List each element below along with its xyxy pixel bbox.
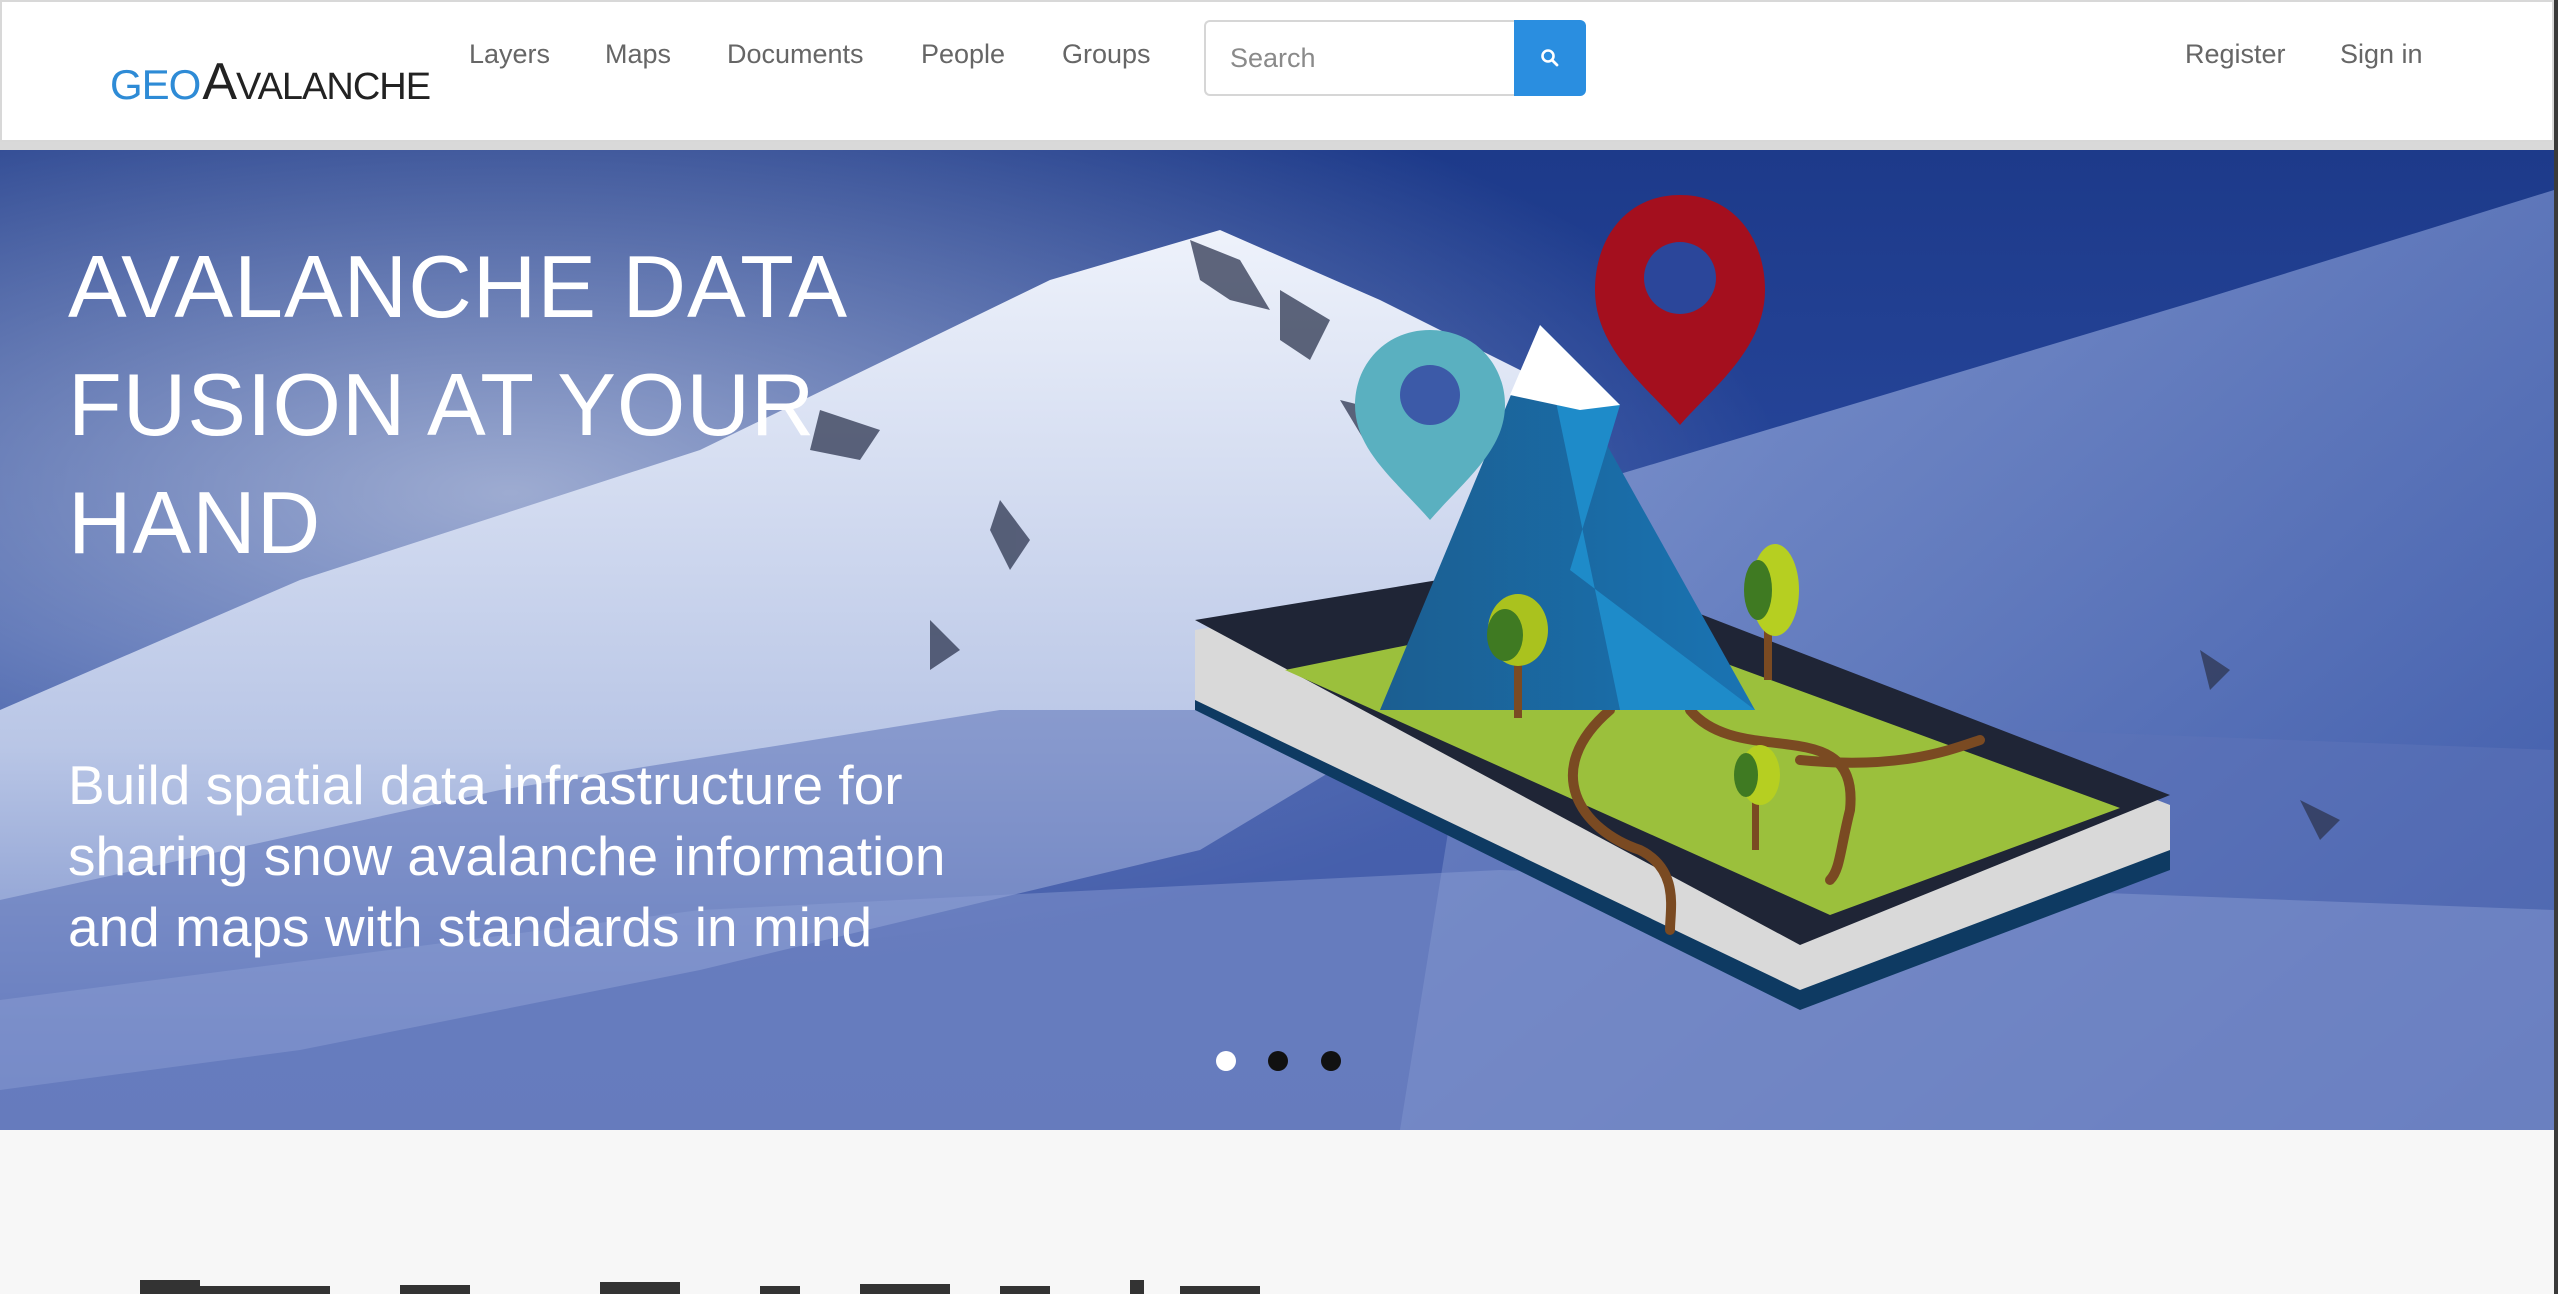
hero-subtitle: Build spatial data infrastructure for sh… [68,754,946,958]
search-icon [1541,49,1559,67]
signin-link[interactable]: Sign in [2340,34,2423,74]
logo-a-text: A [202,53,237,111]
carousel-indicator-1[interactable] [1216,1051,1236,1071]
search-button[interactable] [1514,20,1586,96]
hero-carousel: AVALANCHE DATA FUSION AT YOUR HAND Build… [0,150,2554,1130]
navbar-divider [0,142,2554,150]
nav-people[interactable]: People [921,34,1005,74]
site-logo[interactable]: GEO A VALANCHE [110,46,431,111]
search-input[interactable] [1204,20,1516,96]
nav-layers[interactable]: Layers [469,34,550,74]
partial-heading-glyphs [140,1280,1260,1294]
window-edge [2554,0,2558,1294]
logo-valanche-text: VALANCHE [236,66,431,108]
nav-maps[interactable]: Maps [605,34,671,74]
logo-geo-text: GEO [110,61,201,108]
register-link[interactable]: Register [2185,34,2286,74]
hero-title: AVALANCHE DATA FUSION AT YOUR HAND [68,237,844,572]
nav-documents[interactable]: Documents [727,34,864,74]
content-section [0,1130,2554,1294]
top-navbar: GEO A VALANCHE Layers Maps Documents Peo… [0,0,2554,142]
nav-groups[interactable]: Groups [1062,34,1151,74]
carousel-indicator-3[interactable] [1321,1051,1341,1071]
carousel-indicator-2[interactable] [1268,1051,1288,1071]
